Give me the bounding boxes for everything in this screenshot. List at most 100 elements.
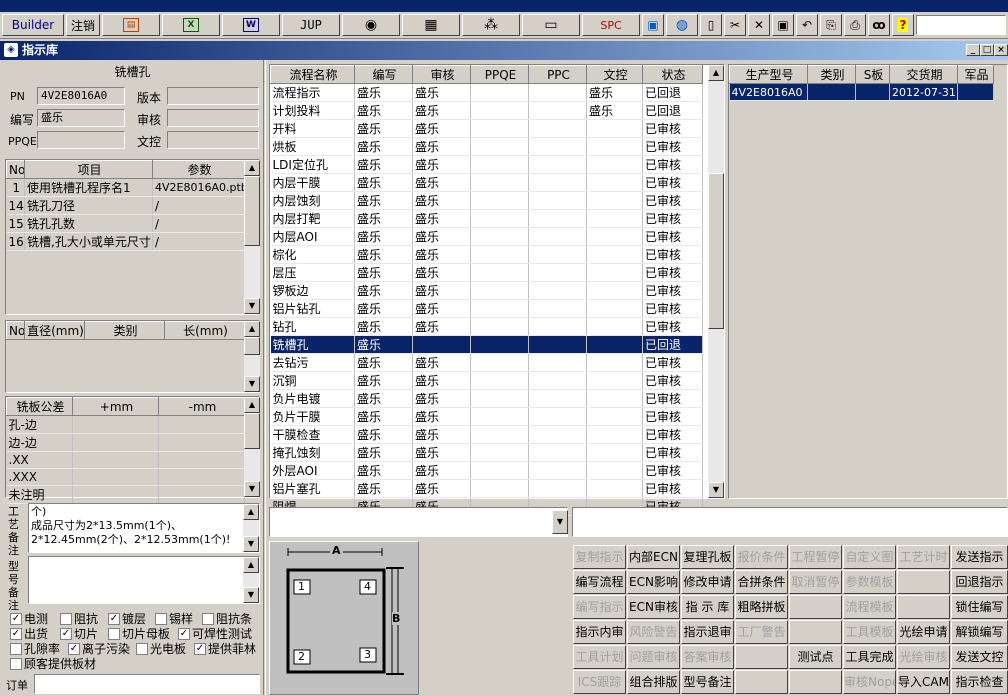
drill-col-diameter[interactable]: 直径(mm) xyxy=(24,321,85,340)
notes-scrollbar[interactable]: ▲ ▼ xyxy=(243,504,259,552)
action-button[interactable]: ICS跟踪 xyxy=(573,670,626,694)
doc-control-field[interactable] xyxy=(167,131,259,149)
scroll-up-icon[interactable]: ▲ xyxy=(244,321,260,337)
checkbox-box[interactable] xyxy=(155,612,167,625)
action-button[interactable]: 型号备注 xyxy=(681,670,734,694)
params-col-value[interactable]: 参数 xyxy=(152,160,245,179)
minimize-button[interactable]: _ xyxy=(966,44,980,56)
action-button[interactable]: 工具模板 xyxy=(843,620,896,644)
table-row[interactable]: 铝片钻孔 盛乐 盛乐 已审核 xyxy=(270,299,703,318)
action-button[interactable]: 工具完成 xyxy=(843,645,896,669)
table-row[interactable]: 锣板边 盛乐 盛乐 已审核 xyxy=(270,281,703,300)
drill-col-length[interactable]: 长(mm) xyxy=(164,321,245,340)
action-button[interactable] xyxy=(789,620,842,644)
action-button[interactable]: 解锁编写 xyxy=(951,620,1008,644)
action-button[interactable] xyxy=(789,670,842,694)
action-button[interactable]: 粗略拼板 xyxy=(735,595,788,619)
checkbox-box[interactable] xyxy=(10,642,22,655)
scroll-thumb[interactable] xyxy=(244,413,260,449)
drill-col-no[interactable]: No xyxy=(6,321,25,340)
action-button[interactable]: 光绘申请 xyxy=(897,620,950,644)
action-button[interactable] xyxy=(897,570,950,594)
cut-button[interactable]: ✂ xyxy=(724,14,746,36)
action-button[interactable]: 工艺计时 xyxy=(897,545,950,569)
find-button[interactable]: ꝏ xyxy=(868,14,890,36)
action-button[interactable]: 回退指示 xyxy=(951,570,1008,594)
action-button[interactable] xyxy=(735,670,788,694)
table-row[interactable]: 掩孔蚀刻 盛乐 盛乐 已审核 xyxy=(270,443,703,462)
scroll-down-icon[interactable]: ▼ xyxy=(244,376,260,392)
new-button[interactable]: ▯ xyxy=(700,14,722,36)
orders-col-header[interactable]: 军品 xyxy=(957,65,994,84)
word-button[interactable]: W xyxy=(222,14,280,36)
action-button[interactable]: 发送文控 xyxy=(951,645,1008,669)
table-row[interactable]: 外层AOI 盛乐 盛乐 已审核 xyxy=(270,461,703,480)
scroll-down-icon[interactable]: ▼ xyxy=(708,482,724,498)
scroll-up-icon[interactable]: ▲ xyxy=(708,65,724,81)
scroll-up-icon[interactable]: ▲ xyxy=(244,397,260,413)
preview-button[interactable]: ⎘ xyxy=(820,14,842,36)
right-input[interactable] xyxy=(572,507,1008,537)
web-button[interactable]: ◍ xyxy=(666,14,698,36)
checkbox-box[interactable] xyxy=(108,627,120,640)
checkbox-box[interactable] xyxy=(202,612,214,625)
action-button[interactable]: 测试点 xyxy=(789,645,842,669)
print-button[interactable]: ⎙ xyxy=(844,14,866,36)
process-notes-textarea[interactable]: 个) 成品尺寸为2*13.5mm(1个)、 2*12.45mm(2个)、2*12… xyxy=(28,503,260,553)
table-row[interactable]: 去钻污 盛乐 盛乐 已审核 xyxy=(270,353,703,372)
flow-scrollbar[interactable]: ▲ ▼ xyxy=(708,65,724,498)
action-button[interactable]: 取消暂停 xyxy=(789,570,842,594)
table-row[interactable]: 未注明 xyxy=(6,485,245,504)
order-field[interactable] xyxy=(34,674,260,694)
builder-button[interactable]: Builder xyxy=(2,14,64,36)
checkbox-option[interactable]: ✓ 提供菲林 xyxy=(194,640,256,657)
action-button[interactable] xyxy=(789,595,842,619)
action-button[interactable]: 锁住编写 xyxy=(951,595,1008,619)
help-button[interactable]: ? xyxy=(892,14,914,36)
action-button[interactable]: 审核Nope xyxy=(843,670,896,694)
writer-field[interactable]: 盛乐 xyxy=(37,109,125,127)
action-button[interactable]: 工厂警告 xyxy=(735,620,788,644)
orders-col-header[interactable]: 交货期 xyxy=(889,65,958,84)
table-row[interactable]: .XX xyxy=(6,451,245,469)
action-button[interactable]: ECN审核 xyxy=(627,595,680,619)
table-row[interactable]: 沉铜 盛乐 盛乐 已审核 xyxy=(270,371,703,390)
checkbox-box[interactable] xyxy=(60,612,72,625)
computer-button[interactable]: ▭ xyxy=(522,14,580,36)
table-row[interactable]: 层压 盛乐 盛乐 已审核 xyxy=(270,263,703,282)
checkmark-icon[interactable]: ✓ xyxy=(108,612,120,625)
checkmark-icon[interactable]: ✓ xyxy=(178,627,190,640)
table-row[interactable]: 内层蚀刻 盛乐 盛乐 已审核 xyxy=(270,191,703,210)
table-row[interactable]: 计划投料 盛乐 盛乐 盛乐 已回退 xyxy=(270,101,703,120)
model-notes-textarea[interactable] xyxy=(28,556,260,604)
action-button[interactable]: 问题审核 xyxy=(627,645,680,669)
table-row[interactable]: 14 铣孔刀径 / xyxy=(6,196,245,215)
orders-col-header[interactable]: 类别 xyxy=(807,65,856,84)
jup-button[interactable]: JUP xyxy=(282,14,340,36)
scroll-down-icon[interactable]: ▼ xyxy=(244,298,260,314)
checkmark-icon[interactable]: ✓ xyxy=(10,612,22,625)
action-button[interactable]: 复制指示 xyxy=(573,545,626,569)
orders-col-header[interactable]: 生产型号 xyxy=(729,65,808,84)
params-scrollbar[interactable]: ▲ ▼ xyxy=(244,160,260,314)
checkmark-icon[interactable]: ✓ xyxy=(10,627,22,640)
flow-col-header[interactable]: PPQE xyxy=(470,65,529,84)
drill-scrollbar[interactable]: ▲ ▼ xyxy=(244,321,260,392)
tolerance-col-name[interactable]: 铣板公差 xyxy=(6,397,73,416)
table-row[interactable]: 内层干膜 盛乐 盛乐 已审核 xyxy=(270,173,703,192)
table-row[interactable]: 内层AOI 盛乐 盛乐 已审核 xyxy=(270,227,703,246)
scroll-down-icon[interactable]: ▼ xyxy=(244,481,260,497)
scroll-up-icon[interactable]: ▲ xyxy=(243,504,259,520)
action-button[interactable]: ECN影响 xyxy=(627,570,680,594)
action-button[interactable]: 参数模板 xyxy=(843,570,896,594)
table-row[interactable]: 内层打靶 盛乐 盛乐 已审核 xyxy=(270,209,703,228)
action-button[interactable]: 编写指示 xyxy=(573,595,626,619)
checkbox-box[interactable] xyxy=(136,642,148,655)
action-button[interactable] xyxy=(735,645,788,669)
action-button[interactable]: 自定义图 xyxy=(843,545,896,569)
action-button[interactable]: 发送指示 xyxy=(951,545,1008,569)
splitter[interactable] xyxy=(263,60,266,695)
action-button[interactable]: 编写流程 xyxy=(573,570,626,594)
action-button[interactable]: 内部ECN xyxy=(627,545,680,569)
scroll-down-icon[interactable]: ▼ xyxy=(243,587,259,603)
